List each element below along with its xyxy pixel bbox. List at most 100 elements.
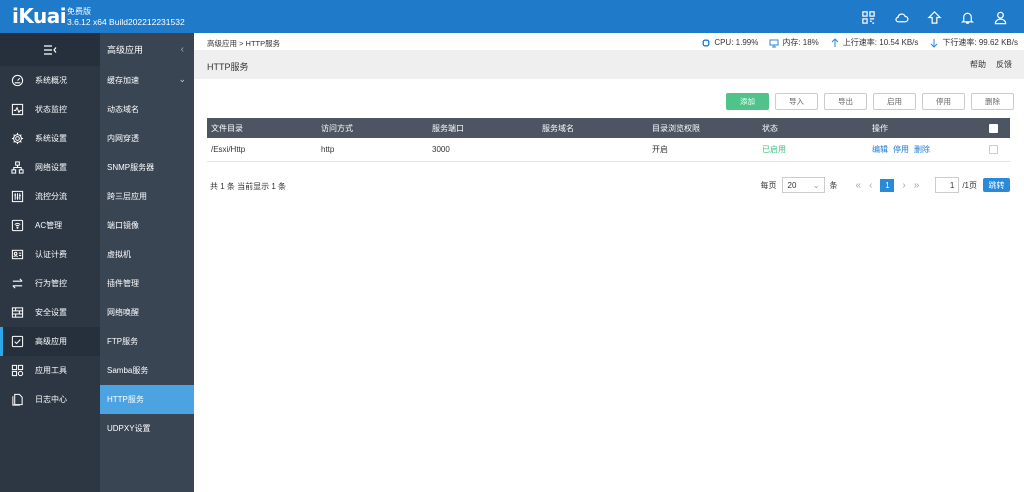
export-button[interactable]: 导出 [824, 93, 867, 110]
prev-page-icon[interactable]: ‹ [869, 180, 872, 191]
import-button[interactable]: 导入 [775, 93, 818, 110]
subnav-item-snmp[interactable]: SNMP服务器 [100, 153, 194, 182]
nav-item-log-center[interactable]: 日志中心 [0, 385, 100, 414]
subnav-item-plugins[interactable]: 插件管理 [100, 269, 194, 298]
subnav-label: FTP服务 [107, 337, 139, 346]
toolbar: 添加 导入 导出 启用 停用 删除 [726, 93, 1014, 110]
status-badge: 已启用 [762, 145, 786, 154]
subnav-label: SNMP服务器 [107, 163, 155, 172]
sub-nav: 高级应用 ‹ 缓存加速 ⌄ 动态域名 内网穿透 SNMP服务器 跨三层应用 端口镜… [100, 33, 194, 492]
chevron-down-icon: ⌄ [812, 180, 820, 190]
upload-stat: 上行速率: 10.54 KB/s [830, 37, 919, 48]
cell-port: 3000 [432, 145, 450, 154]
memory-stat: 内存: 18% [769, 37, 819, 48]
bell-icon[interactable] [959, 9, 975, 25]
cell-dir: /Esxi/Http [211, 145, 246, 154]
security-icon [10, 306, 24, 320]
chevron-left-icon[interactable]: ‹ [181, 44, 184, 55]
total-count: 共 1 条 当前显示 1 条 [210, 182, 287, 191]
page-title: HTTP服务 [207, 62, 249, 72]
column-header: 文件目录 [211, 123, 243, 133]
page-jump-input[interactable]: 1 [935, 177, 960, 193]
pagination: 共 1 条 当前显示 1 条 每页 20 ⌄ 条 « ‹ 1 › » 1 /1页… [207, 177, 1010, 193]
nav-label: 系统概况 [35, 76, 67, 85]
per-page-select[interactable]: 20 ⌄ [781, 177, 825, 193]
collapse-menu-button[interactable] [0, 33, 100, 66]
menu-collapse-icon [44, 44, 57, 55]
download-stat: 下行速率: 99.62 KB/s [929, 37, 1018, 48]
settings-icon [10, 132, 24, 146]
table-row: /Esxi/Http http 3000 开启 已启用 编辑 停用 删除 [207, 138, 1010, 162]
delete-button[interactable]: 删除 [971, 93, 1014, 110]
memory-icon [769, 39, 779, 47]
add-button[interactable]: 添加 [726, 93, 769, 110]
nav-item-behavior-control[interactable]: 行为管控 [0, 269, 100, 298]
disable-button[interactable]: 停用 [922, 93, 965, 110]
log-icon [10, 393, 24, 407]
edit-link[interactable]: 编辑 [872, 144, 888, 155]
nav-item-network-settings[interactable]: 网络设置 [0, 153, 100, 182]
tools-icon [10, 364, 24, 378]
status-bar: 高级应用 > HTTP服务 CPU: 1.99% 内存: 18% 上行速率: 1… [194, 33, 1024, 51]
cloud-icon[interactable] [893, 9, 909, 25]
nav-label: 流控分流 [35, 192, 67, 201]
row-checkbox[interactable] [989, 138, 998, 161]
nav-item-system-overview[interactable]: 系统概况 [0, 66, 100, 95]
column-header: 服务端口 [432, 123, 464, 133]
subnav-label: 内网穿透 [107, 134, 139, 143]
nav-item-auth-billing[interactable]: 认证计费 [0, 240, 100, 269]
next-page-icon[interactable]: › [902, 180, 905, 191]
feedback-link[interactable]: 反馈 [996, 59, 1012, 70]
nav-item-security-settings[interactable]: 安全设置 [0, 298, 100, 327]
disable-link[interactable]: 停用 [893, 144, 909, 155]
subnav-item-ddns[interactable]: 动态域名 [100, 95, 194, 124]
dashboard-icon [10, 74, 24, 88]
subnav-item-port-mirror[interactable]: 端口镜像 [100, 211, 194, 240]
subnav-label: 虚拟机 [107, 250, 131, 259]
nav-item-app-tools[interactable]: 应用工具 [0, 356, 100, 385]
system-stats: CPU: 1.99% 内存: 18% 上行速率: 10.54 KB/s 下行速率… [692, 37, 1024, 48]
nav-label: 日志中心 [35, 395, 67, 404]
last-page-icon[interactable]: » [914, 180, 920, 191]
subnav-item-cache-acceleration[interactable]: 缓存加速 ⌄ [100, 66, 194, 95]
subnav-item-wake-on-lan[interactable]: 网络唤醒 [100, 298, 194, 327]
nav-item-status-monitor[interactable]: 状态监控 [0, 95, 100, 124]
subnav-item-nat-traversal[interactable]: 内网穿透 [100, 124, 194, 153]
select-all-checkbox[interactable] [989, 118, 998, 138]
flow-icon [10, 190, 24, 204]
chevron-down-icon: ⌄ [178, 74, 186, 84]
per-page-label: 每页 [760, 180, 777, 190]
subnav-item-cross-layer3[interactable]: 跨三层应用 [100, 182, 194, 211]
subnav-title-text: 高级应用 [107, 45, 144, 55]
current-page-button[interactable]: 1 [880, 178, 895, 192]
logo: iKuai [12, 4, 67, 28]
grid-icon[interactable] [860, 9, 876, 25]
nav-item-ac-management[interactable]: AC管理 [0, 211, 100, 240]
column-header: 状态 [762, 123, 778, 133]
subnav-item-samba[interactable]: Samba服务 [100, 356, 194, 385]
subnav-label: 端口镜像 [107, 221, 139, 230]
user-icon[interactable] [992, 9, 1008, 25]
total-pages: /1页 [962, 180, 977, 190]
subnav-item-ftp[interactable]: FTP服务 [100, 327, 194, 356]
delete-link[interactable]: 删除 [914, 144, 930, 155]
subnav-item-http[interactable]: HTTP服务 [100, 385, 194, 414]
cpu-icon [702, 38, 711, 47]
nav-item-system-settings[interactable]: 系统设置 [0, 124, 100, 153]
nav-item-advanced-apps[interactable]: 高级应用 [0, 327, 100, 356]
nav-item-flow-control[interactable]: 流控分流 [0, 182, 100, 211]
auth-icon [10, 248, 24, 262]
subnav-item-vm[interactable]: 虚拟机 [100, 240, 194, 269]
checkbox-icon [989, 123, 998, 133]
version-label: 3.6.12 x64 Build202212231532 [67, 17, 185, 27]
subnav-label: Samba服务 [107, 366, 149, 375]
enable-button[interactable]: 启用 [873, 93, 916, 110]
nav-label: 系统设置 [35, 134, 67, 143]
jump-button[interactable]: 跳转 [983, 178, 1010, 192]
first-page-icon[interactable]: « [856, 180, 862, 191]
subnav-item-udpxy[interactable]: UDPXY设置 [100, 414, 194, 443]
upgrade-icon[interactable] [926, 9, 942, 25]
subnav-label: 跨三层应用 [107, 192, 147, 201]
help-link[interactable]: 帮助 [970, 59, 986, 70]
upload-value: 上行速率: 10.54 KB/s [842, 38, 919, 47]
